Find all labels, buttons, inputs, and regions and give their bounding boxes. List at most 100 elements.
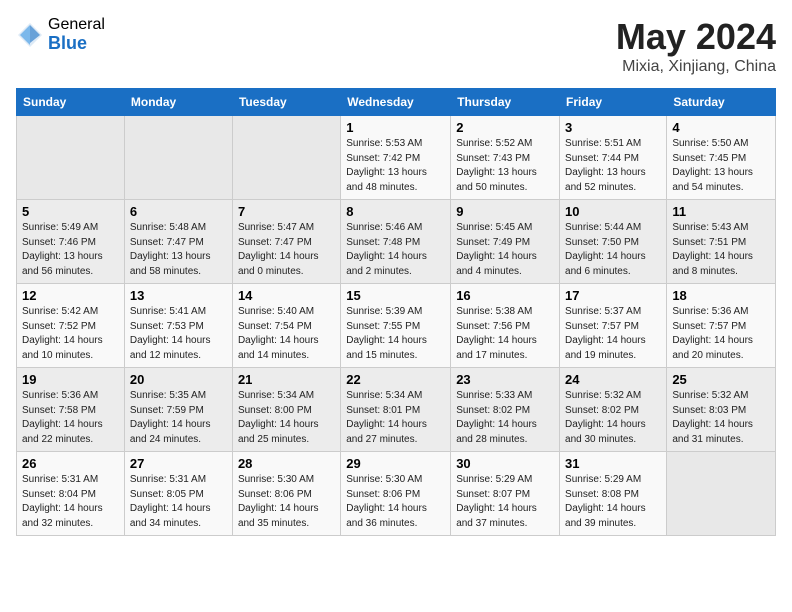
day-number: 2 <box>456 120 554 135</box>
day-info: Sunrise: 5:49 AM Sunset: 7:46 PM Dayligh… <box>22 221 119 279</box>
day-info: Sunrise: 5:40 AM Sunset: 7:54 PM Dayligh… <box>238 305 335 363</box>
day-info: Sunrise: 5:48 AM Sunset: 7:47 PM Dayligh… <box>130 221 227 279</box>
day-cell: 28 Sunrise: 5:30 AM Sunset: 8:06 PM Dayli… <box>232 452 340 536</box>
day-number: 15 <box>346 288 445 303</box>
day-cell: 23 Sunrise: 5:33 AM Sunset: 8:02 PM Dayli… <box>451 368 560 452</box>
logo-general: General <box>48 16 105 34</box>
col-friday: Friday <box>560 89 667 116</box>
day-number: 24 <box>565 372 661 387</box>
day-info: Sunrise: 5:30 AM Sunset: 8:06 PM Dayligh… <box>238 473 335 531</box>
day-number: 28 <box>238 456 335 471</box>
day-number: 6 <box>130 204 227 219</box>
day-cell: 18 Sunrise: 5:36 AM Sunset: 7:57 PM Dayli… <box>667 284 776 368</box>
day-number: 16 <box>456 288 554 303</box>
day-number: 31 <box>565 456 661 471</box>
day-info: Sunrise: 5:37 AM Sunset: 7:57 PM Dayligh… <box>565 305 661 363</box>
col-tuesday: Tuesday <box>232 89 340 116</box>
day-number: 5 <box>22 204 119 219</box>
day-info: Sunrise: 5:46 AM Sunset: 7:48 PM Dayligh… <box>346 221 445 279</box>
calendar-table: Sunday Monday Tuesday Wednesday Thursday… <box>16 88 776 536</box>
day-info: Sunrise: 5:44 AM Sunset: 7:50 PM Dayligh… <box>565 221 661 279</box>
week-row-2: 12 Sunrise: 5:42 AM Sunset: 7:52 PM Dayli… <box>17 284 776 368</box>
day-number: 13 <box>130 288 227 303</box>
day-cell: 24 Sunrise: 5:32 AM Sunset: 8:02 PM Dayli… <box>560 368 667 452</box>
day-number: 26 <box>22 456 119 471</box>
day-number: 27 <box>130 456 227 471</box>
day-info: Sunrise: 5:29 AM Sunset: 8:07 PM Dayligh… <box>456 473 554 531</box>
day-cell: 12 Sunrise: 5:42 AM Sunset: 7:52 PM Dayli… <box>17 284 125 368</box>
day-number: 18 <box>672 288 770 303</box>
day-info: Sunrise: 5:31 AM Sunset: 8:04 PM Dayligh… <box>22 473 119 531</box>
day-cell: 10 Sunrise: 5:44 AM Sunset: 7:50 PM Dayli… <box>560 200 667 284</box>
day-cell: 30 Sunrise: 5:29 AM Sunset: 8:07 PM Dayli… <box>451 452 560 536</box>
header-row: Sunday Monday Tuesday Wednesday Thursday… <box>17 89 776 116</box>
col-wednesday: Wednesday <box>341 89 451 116</box>
day-info: Sunrise: 5:36 AM Sunset: 7:57 PM Dayligh… <box>672 305 770 363</box>
day-cell: 17 Sunrise: 5:37 AM Sunset: 7:57 PM Dayli… <box>560 284 667 368</box>
day-cell: 15 Sunrise: 5:39 AM Sunset: 7:55 PM Dayli… <box>341 284 451 368</box>
day-info: Sunrise: 5:33 AM Sunset: 8:02 PM Dayligh… <box>456 389 554 447</box>
day-info: Sunrise: 5:43 AM Sunset: 7:51 PM Dayligh… <box>672 221 770 279</box>
day-number: 12 <box>22 288 119 303</box>
calendar-subtitle: Mixia, Xinjiang, China <box>616 58 776 76</box>
day-number: 19 <box>22 372 119 387</box>
day-cell: 11Sunrise: 5:43 AM Sunset: 7:51 PM Dayli… <box>667 200 776 284</box>
day-info: Sunrise: 5:34 AM Sunset: 8:00 PM Dayligh… <box>238 389 335 447</box>
week-row-4: 26 Sunrise: 5:31 AM Sunset: 8:04 PM Dayli… <box>17 452 776 536</box>
day-cell: 4Sunrise: 5:50 AM Sunset: 7:45 PM Daylig… <box>667 116 776 200</box>
day-cell: 21 Sunrise: 5:34 AM Sunset: 8:00 PM Dayli… <box>232 368 340 452</box>
day-cell: 16 Sunrise: 5:38 AM Sunset: 7:56 PM Dayli… <box>451 284 560 368</box>
day-cell <box>232 116 340 200</box>
logo-text: General Blue <box>48 16 105 53</box>
day-cell: 9Sunrise: 5:45 AM Sunset: 7:49 PM Daylig… <box>451 200 560 284</box>
day-info: Sunrise: 5:35 AM Sunset: 7:59 PM Dayligh… <box>130 389 227 447</box>
day-info: Sunrise: 5:32 AM Sunset: 8:02 PM Dayligh… <box>565 389 661 447</box>
day-info: Sunrise: 5:53 AM Sunset: 7:42 PM Dayligh… <box>346 137 445 195</box>
day-cell: 22Sunrise: 5:34 AM Sunset: 8:01 PM Dayli… <box>341 368 451 452</box>
day-cell <box>17 116 125 200</box>
week-row-0: 1 Sunrise: 5:53 AM Sunset: 7:42 PM Daylig… <box>17 116 776 200</box>
day-cell: 20 Sunrise: 5:35 AM Sunset: 7:59 PM Dayli… <box>124 368 232 452</box>
day-number: 21 <box>238 372 335 387</box>
day-info: Sunrise: 5:42 AM Sunset: 7:52 PM Dayligh… <box>22 305 119 363</box>
day-cell: 3Sunrise: 5:51 AM Sunset: 7:44 PM Daylig… <box>560 116 667 200</box>
day-info: Sunrise: 5:29 AM Sunset: 8:08 PM Dayligh… <box>565 473 661 531</box>
logo-blue: Blue <box>48 34 105 54</box>
day-number: 3 <box>565 120 661 135</box>
day-number: 30 <box>456 456 554 471</box>
day-cell: 27 Sunrise: 5:31 AM Sunset: 8:05 PM Dayli… <box>124 452 232 536</box>
day-number: 1 <box>346 120 445 135</box>
col-thursday: Thursday <box>451 89 560 116</box>
day-number: 10 <box>565 204 661 219</box>
day-info: Sunrise: 5:39 AM Sunset: 7:55 PM Dayligh… <box>346 305 445 363</box>
day-number: 7 <box>238 204 335 219</box>
day-cell: 29 Sunrise: 5:30 AM Sunset: 8:06 PM Dayli… <box>341 452 451 536</box>
day-info: Sunrise: 5:31 AM Sunset: 8:05 PM Dayligh… <box>130 473 227 531</box>
day-cell: 25Sunrise: 5:32 AM Sunset: 8:03 PM Dayli… <box>667 368 776 452</box>
day-number: 4 <box>672 120 770 135</box>
day-cell: 2Sunrise: 5:52 AM Sunset: 7:43 PM Daylig… <box>451 116 560 200</box>
day-info: Sunrise: 5:47 AM Sunset: 7:47 PM Dayligh… <box>238 221 335 279</box>
day-info: Sunrise: 5:38 AM Sunset: 7:56 PM Dayligh… <box>456 305 554 363</box>
day-number: 29 <box>346 456 445 471</box>
page-header: General Blue May 2024 Mixia, Xinjiang, C… <box>16 16 776 76</box>
day-number: 23 <box>456 372 554 387</box>
day-cell: 14 Sunrise: 5:40 AM Sunset: 7:54 PM Dayli… <box>232 284 340 368</box>
day-info: Sunrise: 5:30 AM Sunset: 8:06 PM Dayligh… <box>346 473 445 531</box>
week-row-1: 5 Sunrise: 5:49 AM Sunset: 7:46 PM Daylig… <box>17 200 776 284</box>
day-number: 17 <box>565 288 661 303</box>
day-cell: 19 Sunrise: 5:36 AM Sunset: 7:58 PM Dayli… <box>17 368 125 452</box>
day-cell <box>124 116 232 200</box>
logo-icon <box>16 21 44 49</box>
day-info: Sunrise: 5:36 AM Sunset: 7:58 PM Dayligh… <box>22 389 119 447</box>
day-cell: 5 Sunrise: 5:49 AM Sunset: 7:46 PM Daylig… <box>17 200 125 284</box>
day-number: 22 <box>346 372 445 387</box>
col-monday: Monday <box>124 89 232 116</box>
day-cell: 6 Sunrise: 5:48 AM Sunset: 7:47 PM Daylig… <box>124 200 232 284</box>
col-saturday: Saturday <box>667 89 776 116</box>
day-cell: 31 Sunrise: 5:29 AM Sunset: 8:08 PM Dayli… <box>560 452 667 536</box>
day-info: Sunrise: 5:45 AM Sunset: 7:49 PM Dayligh… <box>456 221 554 279</box>
day-number: 14 <box>238 288 335 303</box>
day-cell: 26 Sunrise: 5:31 AM Sunset: 8:04 PM Dayli… <box>17 452 125 536</box>
day-number: 20 <box>130 372 227 387</box>
